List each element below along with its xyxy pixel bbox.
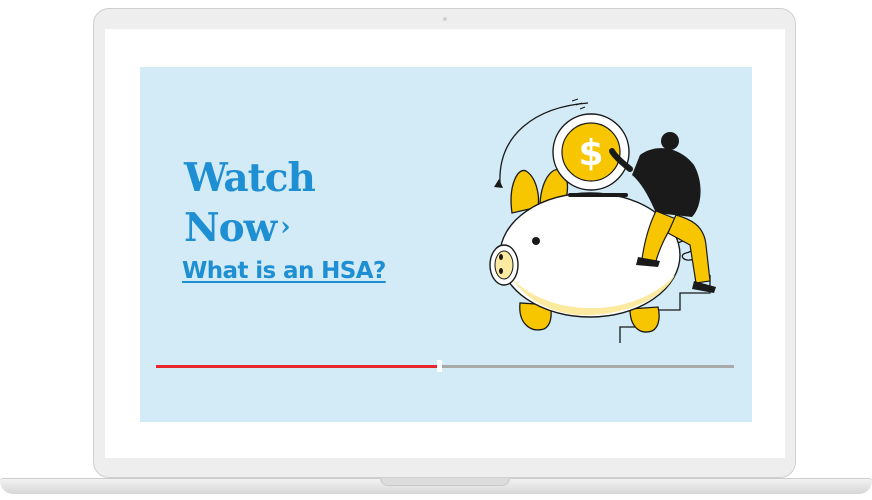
coin-dollar-symbol: $ <box>578 133 603 174</box>
watch-now-label: Now <box>184 205 277 251</box>
video-title-link[interactable]: What is an HSA? <box>182 258 386 284</box>
progress-scrubber-handle[interactable] <box>437 360 443 372</box>
watch-now-link[interactable]: Watch Now › <box>184 154 384 253</box>
camera-icon <box>443 17 447 21</box>
watch-now-line1: Watch <box>184 155 316 201</box>
progress-played <box>156 365 440 368</box>
watch-now-line2: Now › <box>184 203 384 253</box>
laptop-hinge-notch <box>380 478 510 486</box>
piggy-bank-coin-illustration: $ <box>489 98 716 343</box>
video-progress-bar[interactable] <box>156 360 734 372</box>
chevron-right-icon: › <box>280 212 290 242</box>
